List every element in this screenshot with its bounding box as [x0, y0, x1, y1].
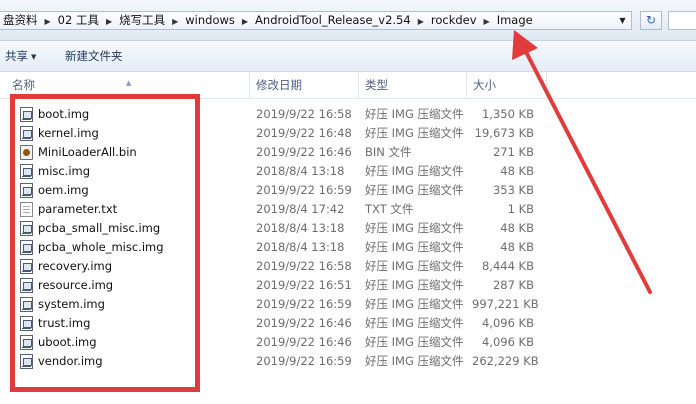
annotation-arrow-icon: [512, 30, 652, 294]
